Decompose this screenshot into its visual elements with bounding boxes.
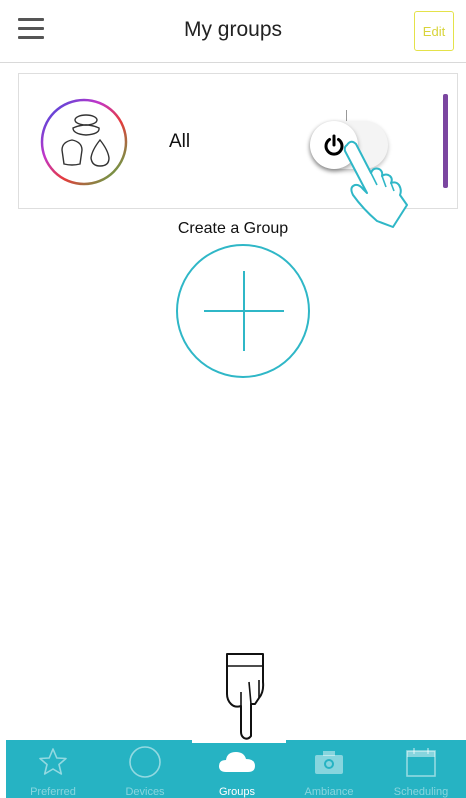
tab-label: Scheduling [393, 786, 449, 798]
bottom-tab-bar: Preferred Devices Groups Ambiance Schedu… [6, 740, 466, 798]
tab-ambiance[interactable]: Ambiance [286, 740, 372, 798]
tab-label: Devices [125, 786, 165, 798]
tab-preferred[interactable]: Preferred [10, 740, 96, 798]
tab-groups[interactable]: Groups [194, 740, 280, 798]
top-bar: My groups Edit [0, 0, 466, 63]
create-group-label: Create a Group [177, 220, 289, 237]
camera-icon [313, 746, 345, 778]
active-tab-indicator [192, 740, 286, 743]
plus-icon [204, 271, 284, 351]
pointing-hand-down-icon [215, 652, 275, 740]
tab-label: Preferred [30, 786, 76, 798]
tab-scheduling[interactable]: Scheduling [378, 740, 464, 798]
page-title: My groups [183, 18, 283, 41]
calendar-icon [405, 746, 437, 778]
create-group-button[interactable] [176, 244, 310, 378]
tab-label: Ambiance [304, 786, 354, 798]
group-color-indicator [443, 94, 448, 188]
all-lamps-icon [40, 98, 128, 186]
edit-button[interactable]: Edit [414, 11, 454, 51]
group-name: All [169, 131, 191, 152]
tab-devices[interactable]: Devices [102, 740, 188, 798]
pointing-hand-icon [333, 135, 413, 231]
cloud-icon [217, 746, 257, 778]
circle-icon [128, 746, 162, 778]
star-icon [38, 746, 68, 778]
tab-label: Groups [218, 786, 256, 798]
